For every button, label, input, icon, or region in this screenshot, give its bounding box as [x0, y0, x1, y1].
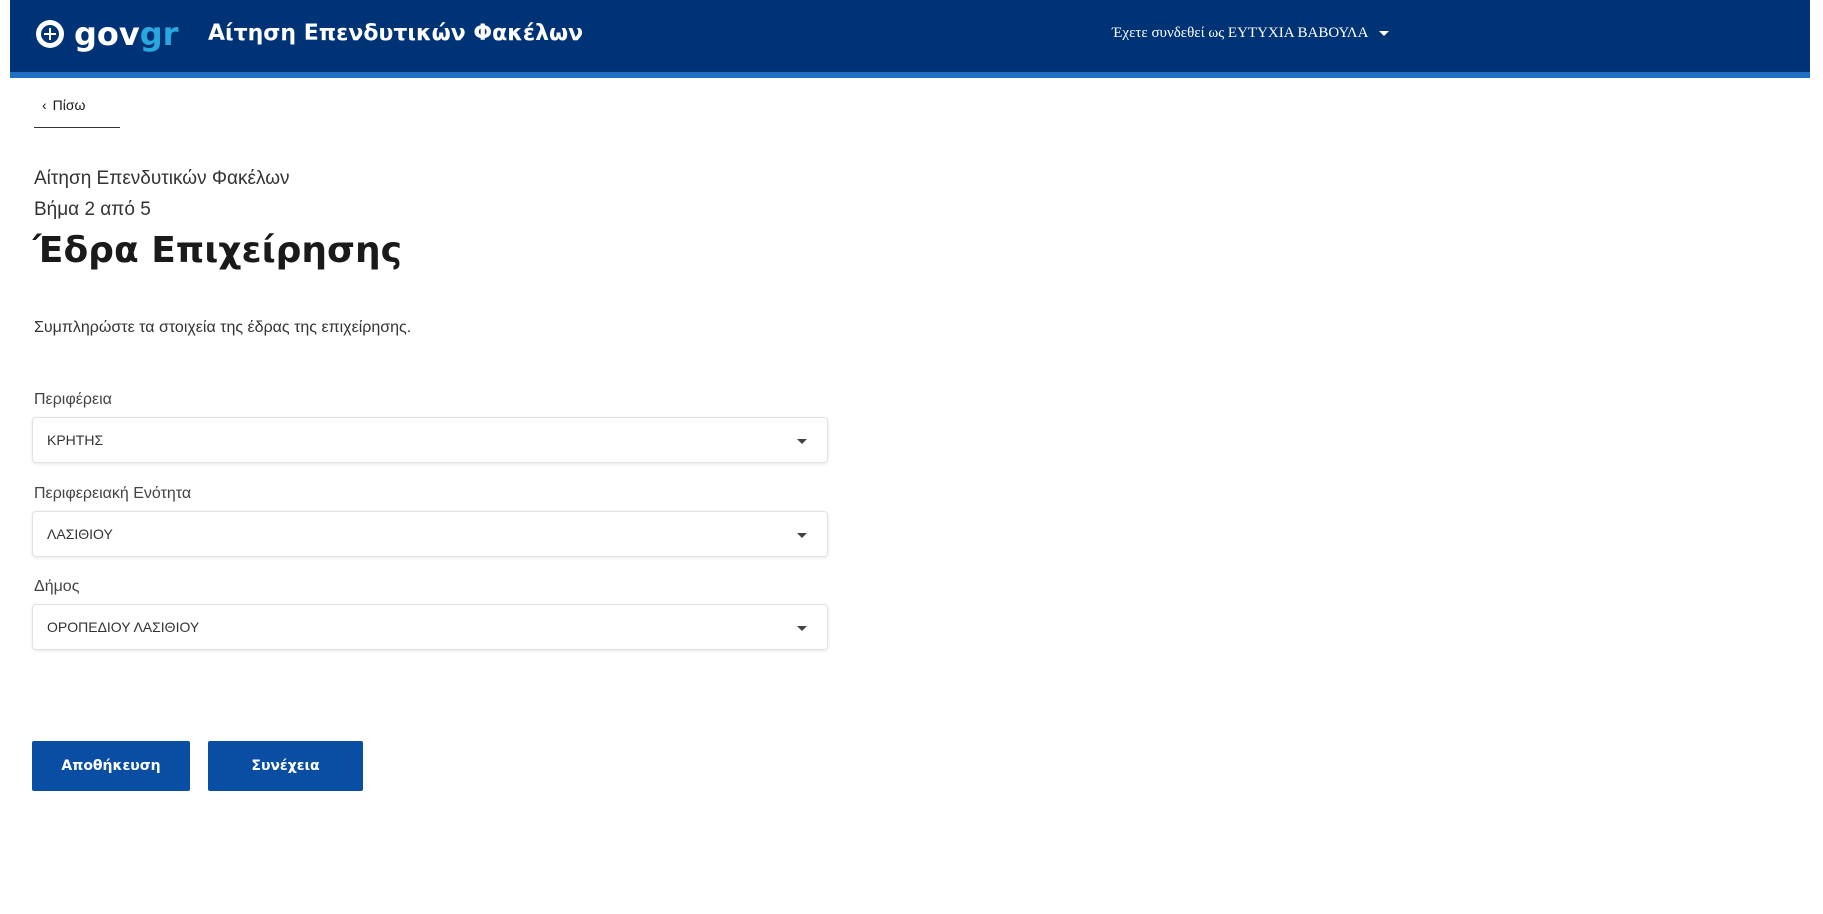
regional-unit-select[interactable]: ΛΑΣΙΘΙΟΥ [32, 511, 828, 557]
back-link[interactable]: ‹ Πίσω [34, 97, 120, 128]
municipality-select[interactable]: ΟΡΟΠΕΔΙΟΥ ΛΑΣΙΘΙΟΥ [32, 604, 828, 650]
govgr-logo[interactable]: gov gr [36, 18, 178, 50]
form-hint: Συμπληρώστε τα στοιχεία της έδρας της επ… [34, 319, 412, 336]
step-indicator: Βήμα 2 από 5 [34, 199, 151, 220]
municipality-label: Δήμος [34, 578, 80, 595]
form-caption: Αίτηση Επενδυτικών Φακέλων [34, 168, 290, 189]
emblem-icon [36, 20, 64, 48]
regional-unit-label: Περιφερειακή Ενότητα [34, 485, 192, 502]
top-header: gov gr Αίτηση Επενδυτικών Φακέλων Έχετε σ… [10, 0, 1810, 78]
chevron-down-icon [797, 626, 807, 631]
region-label: Περιφέρεια [34, 391, 112, 408]
continue-button[interactable]: Συνέχεια [208, 741, 363, 791]
app-title: Αίτηση Επενδυτικών Φακέλων [208, 21, 584, 46]
page: gov gr Αίτηση Επενδυτικών Φακέλων Έχετε σ… [0, 0, 1823, 914]
regional-unit-select-value: ΛΑΣΙΘΙΟΥ [47, 526, 113, 542]
page-title: Έδρα Επιχείρησης [33, 230, 402, 271]
region-select[interactable]: ΚΡΗΤΗΣ [32, 417, 828, 463]
chevron-down-icon [797, 439, 807, 444]
region-select-value: ΚΡΗΤΗΣ [47, 432, 104, 448]
logo-gov-text: gov [74, 15, 140, 53]
caret-down-icon [1378, 31, 1389, 36]
chevron-left-icon: ‹ [42, 97, 47, 113]
user-menu-label: Έχετε συνδεθεί ως ΕΥΤΥΧΙΑ ΒΑΒΟΥΛΑ [1112, 25, 1369, 41]
save-button[interactable]: Αποθήκευση [32, 741, 190, 791]
back-link-label: Πίσω [52, 97, 86, 113]
municipality-select-value: ΟΡΟΠΕΔΙΟΥ ΛΑΣΙΘΙΟΥ [47, 619, 200, 635]
chevron-down-icon [797, 533, 807, 538]
user-menu[interactable]: Έχετε συνδεθεί ως ΕΥΤΥΧΙΑ ΒΑΒΟΥΛΑ [1112, 25, 1389, 42]
logo-gr-text: gr [139, 15, 179, 53]
